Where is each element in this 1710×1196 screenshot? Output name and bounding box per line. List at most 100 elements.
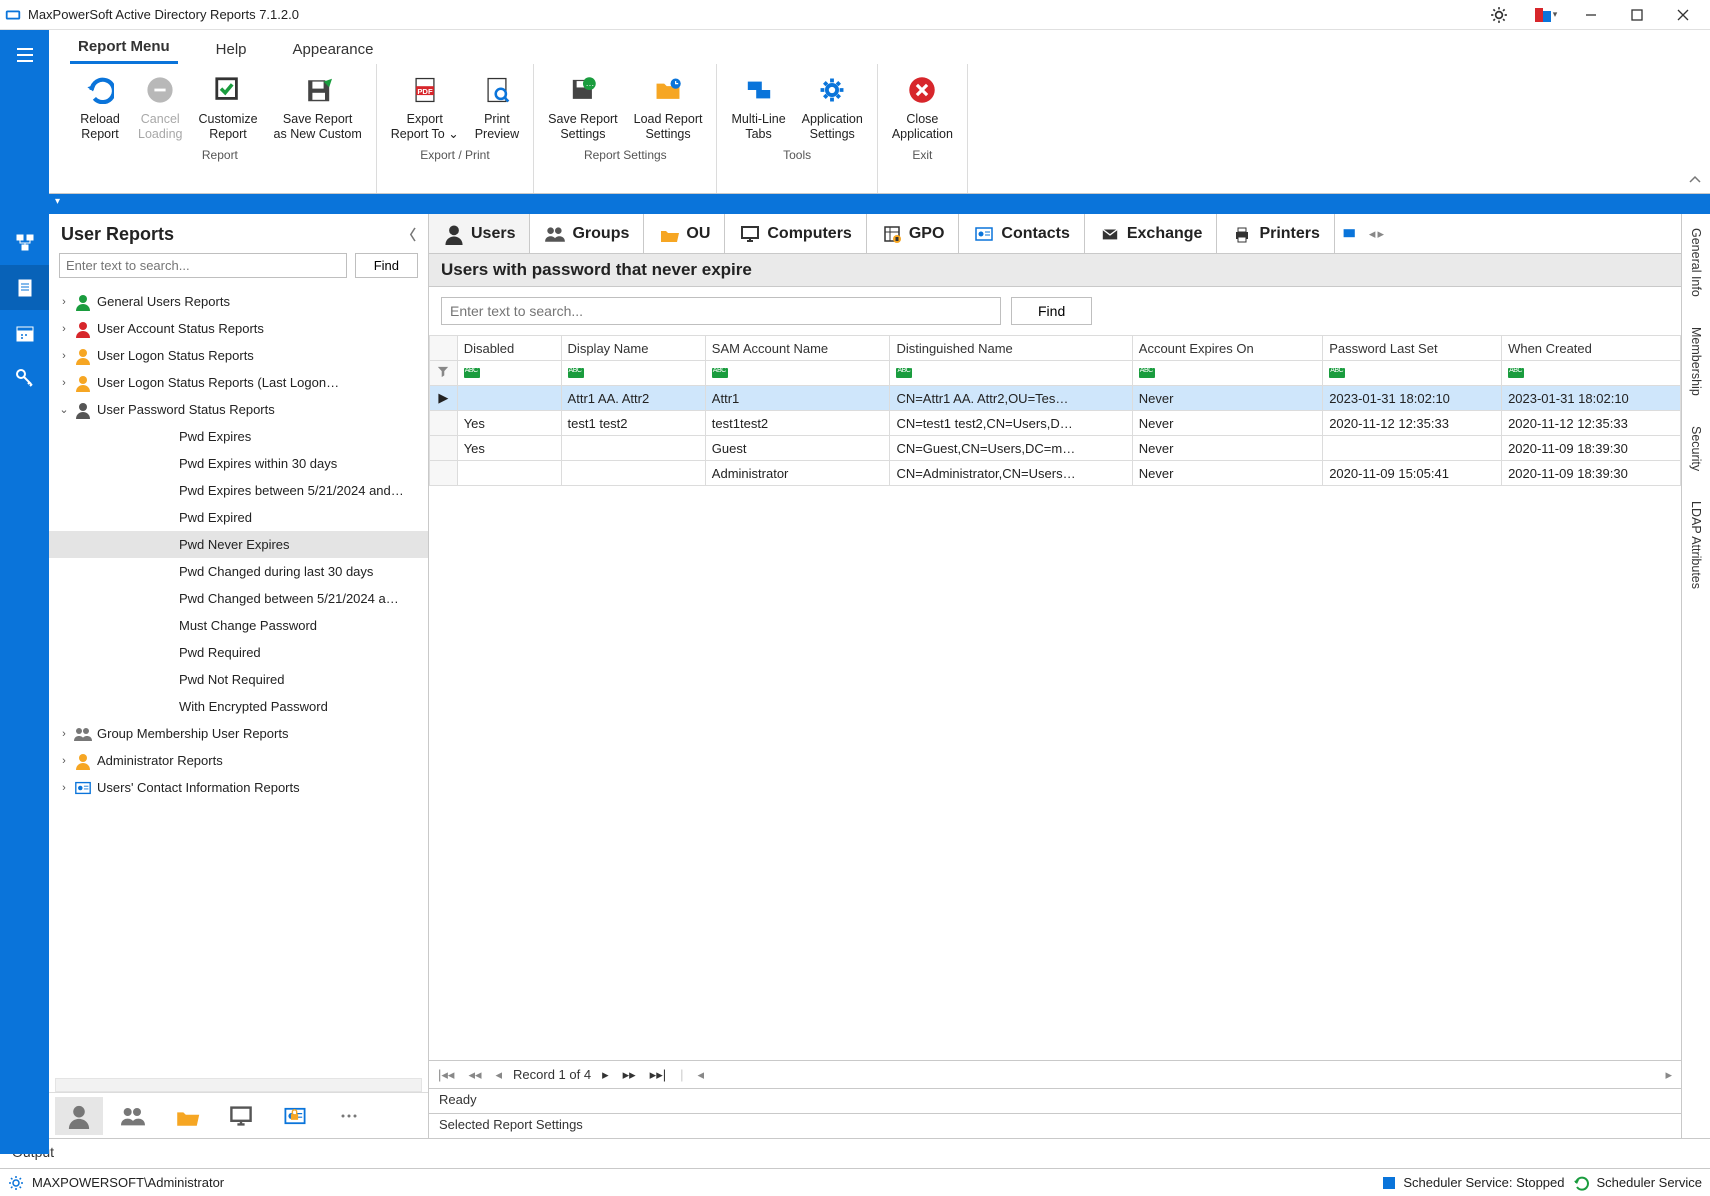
left-panel-collapse-icon[interactable]: 〈 bbox=[402, 225, 416, 245]
status-gear-icon[interactable] bbox=[8, 1175, 24, 1191]
filter-cell[interactable] bbox=[705, 361, 890, 386]
grid-search-input[interactable] bbox=[441, 297, 1001, 325]
tree-branch[interactable]: ›Users' Contact Information Reports bbox=[49, 774, 428, 801]
rail-calendar-icon[interactable] bbox=[0, 310, 49, 355]
tree-expand-icon[interactable]: › bbox=[55, 323, 73, 335]
bottom-tab-group[interactable] bbox=[109, 1097, 157, 1135]
table-row[interactable]: Yestest1 test2test1test2CN=test1 test2,C… bbox=[430, 411, 1681, 436]
table-cell[interactable]: 2020-11-09 18:39:30 bbox=[1502, 461, 1681, 486]
tree-expand-icon[interactable]: › bbox=[55, 350, 73, 362]
cat-tab-overflow[interactable] bbox=[1335, 214, 1365, 253]
tree-expand-icon[interactable]: › bbox=[55, 728, 73, 740]
tree-leaf[interactable]: Pwd Not Required bbox=[49, 666, 428, 693]
table-cell[interactable]: CN=test1 test2,CN=Users,D… bbox=[890, 411, 1132, 436]
pager-next-page[interactable]: ▸▸ bbox=[620, 1067, 639, 1083]
close-window-button[interactable] bbox=[1660, 0, 1706, 30]
blue-subheader-dropdown[interactable]: ▾ bbox=[55, 196, 60, 207]
menu-tab-help[interactable]: Help bbox=[208, 37, 255, 64]
cat-tab-groups[interactable]: Groups bbox=[530, 214, 644, 253]
bottom-tab-computer[interactable] bbox=[217, 1097, 265, 1135]
filter-cell[interactable] bbox=[1502, 361, 1681, 386]
table-cell[interactable] bbox=[457, 386, 561, 411]
tree-branch[interactable]: ›Administrator Reports bbox=[49, 747, 428, 774]
maximize-button[interactable] bbox=[1614, 0, 1660, 30]
ribbon-load-settings[interactable]: Load ReportSettings bbox=[626, 68, 711, 146]
ribbon-save-as-custom[interactable]: Save Reportas New Custom bbox=[266, 68, 370, 146]
table-cell[interactable]: CN=Administrator,CN=Users… bbox=[890, 461, 1132, 486]
ribbon-app-settings[interactable]: ApplicationSettings bbox=[794, 68, 871, 146]
tree-leaf[interactable]: With Encrypted Password bbox=[49, 693, 428, 720]
tree-expand-icon[interactable]: › bbox=[55, 296, 73, 308]
cat-tab-contacts[interactable]: Contacts bbox=[959, 214, 1084, 253]
report-tree[interactable]: ›General Users Reports›User Account Stat… bbox=[49, 286, 428, 1078]
tree-leaf[interactable]: Must Change Password bbox=[49, 612, 428, 639]
bottom-tab-more[interactable] bbox=[325, 1097, 373, 1135]
col-pwd-last-set[interactable]: Password Last Set bbox=[1323, 336, 1502, 361]
rail-tree-icon[interactable] bbox=[0, 220, 49, 265]
pager-prev[interactable]: ◂ bbox=[493, 1067, 506, 1083]
tree-expand-icon[interactable]: › bbox=[55, 755, 73, 767]
tree-expand-icon[interactable]: ⌄ bbox=[55, 403, 73, 416]
table-cell[interactable]: Administrator bbox=[705, 461, 890, 486]
table-cell[interactable]: 2023-01-31 18:02:10 bbox=[1502, 386, 1681, 411]
menu-tab-report[interactable]: Report Menu bbox=[70, 34, 178, 64]
tree-branch[interactable]: ›User Logon Status Reports (Last Logon… bbox=[49, 369, 428, 396]
rail-menu-toggle[interactable] bbox=[0, 30, 49, 80]
table-cell[interactable]: Guest bbox=[705, 436, 890, 461]
left-find-button[interactable]: Find bbox=[355, 253, 418, 278]
table-cell[interactable]: Never bbox=[1132, 386, 1322, 411]
rtab-membership[interactable]: Membership bbox=[1687, 321, 1705, 402]
tree-leaf[interactable]: Pwd Expires bbox=[49, 423, 428, 450]
filter-cell[interactable] bbox=[890, 361, 1132, 386]
output-panel-header[interactable]: Output bbox=[0, 1138, 1710, 1168]
tree-leaf[interactable]: Pwd Never Expires bbox=[49, 531, 428, 558]
table-cell[interactable]: CN=Attr1 AA. Attr2,OU=Tes… bbox=[890, 386, 1132, 411]
table-cell[interactable]: CN=Guest,CN=Users,DC=m… bbox=[890, 436, 1132, 461]
cat-tab-gpo[interactable]: GPO bbox=[867, 214, 960, 253]
rail-key-icon[interactable] bbox=[0, 355, 49, 400]
cat-tab-ou[interactable]: OU bbox=[644, 214, 725, 253]
bottom-tab-gpo[interactable] bbox=[271, 1097, 319, 1135]
ribbon-reload-report[interactable]: ReloadReport bbox=[70, 68, 130, 146]
col-sam[interactable]: SAM Account Name bbox=[705, 336, 890, 361]
ribbon-print-preview[interactable]: PrintPreview bbox=[467, 68, 527, 146]
tree-branch[interactable]: ›General Users Reports bbox=[49, 288, 428, 315]
ribbon-save-settings[interactable]: Save ReportSettings bbox=[540, 68, 625, 146]
rail-doc-icon[interactable] bbox=[0, 265, 49, 310]
table-cell[interactable]: 2023-01-31 18:02:10 bbox=[1323, 386, 1502, 411]
table-cell[interactable]: test1test2 bbox=[705, 411, 890, 436]
tree-leaf[interactable]: Pwd Expired bbox=[49, 504, 428, 531]
table-row[interactable]: YesGuestCN=Guest,CN=Users,DC=m…Never2020… bbox=[430, 436, 1681, 461]
col-dn[interactable]: Distinguished Name bbox=[890, 336, 1132, 361]
tree-branch[interactable]: ⌄User Password Status Reports bbox=[49, 396, 428, 423]
ribbon-expand-icon[interactable] bbox=[1688, 173, 1704, 189]
rtab-security[interactable]: Security bbox=[1687, 420, 1705, 477]
table-cell[interactable]: Never bbox=[1132, 411, 1322, 436]
table-cell[interactable]: 2020-11-12 12:35:33 bbox=[1502, 411, 1681, 436]
table-cell[interactable] bbox=[1323, 436, 1502, 461]
minimize-button[interactable] bbox=[1568, 0, 1614, 30]
table-cell[interactable]: test1 test2 bbox=[561, 411, 705, 436]
status-scheduler-service[interactable]: Scheduler Service bbox=[1597, 1175, 1703, 1190]
table-cell[interactable] bbox=[561, 436, 705, 461]
filter-cell[interactable] bbox=[561, 361, 705, 386]
ribbon-customize-report[interactable]: CustomizeReport bbox=[191, 68, 266, 146]
table-cell[interactable]: Yes bbox=[457, 436, 561, 461]
results-grid[interactable]: Disabled Display Name SAM Account Name D… bbox=[429, 335, 1681, 486]
ribbon-multiline-tabs[interactable]: Multi-LineTabs bbox=[723, 68, 793, 146]
table-cell[interactable]: Yes bbox=[457, 411, 561, 436]
pager-last[interactable]: ▸▸| bbox=[647, 1067, 669, 1083]
tree-branch[interactable]: ›User Logon Status Reports bbox=[49, 342, 428, 369]
filter-cell[interactable] bbox=[1323, 361, 1502, 386]
tree-leaf[interactable]: Pwd Changed between 5/21/2024 a… bbox=[49, 585, 428, 612]
table-cell[interactable]: Never bbox=[1132, 436, 1322, 461]
titlebar-settings-icon[interactable] bbox=[1476, 0, 1522, 30]
bottom-tab-folder[interactable] bbox=[163, 1097, 211, 1135]
tree-leaf[interactable]: Pwd Expires between 5/21/2024 and… bbox=[49, 477, 428, 504]
cat-tab-printers[interactable]: Printers bbox=[1217, 214, 1334, 253]
grid-find-button[interactable]: Find bbox=[1011, 297, 1092, 325]
rtab-ldap-attrs[interactable]: LDAP Attributes bbox=[1687, 495, 1705, 595]
ribbon-close-app[interactable]: CloseApplication bbox=[884, 68, 961, 146]
left-search-input[interactable] bbox=[59, 253, 347, 278]
table-cell[interactable] bbox=[457, 461, 561, 486]
